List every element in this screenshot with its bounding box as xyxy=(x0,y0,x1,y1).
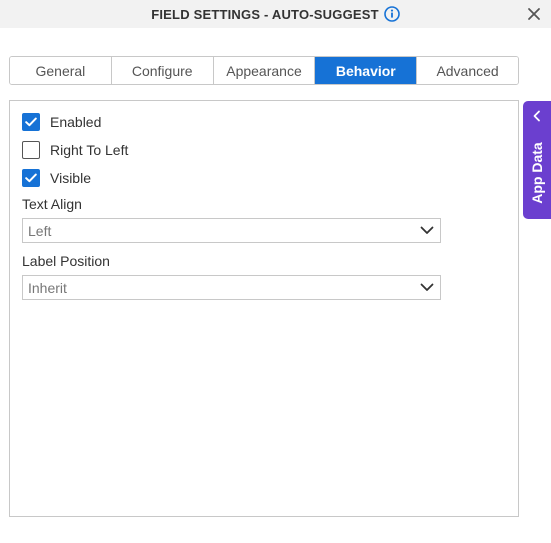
app-data-toggle[interactable]: App Data xyxy=(523,101,551,219)
chevron-left-icon xyxy=(533,110,540,122)
text-align-label: Text Align xyxy=(22,196,82,212)
visible-checkbox[interactable] xyxy=(22,169,40,187)
text-align-select[interactable]: Left xyxy=(22,218,441,243)
info-icon[interactable] xyxy=(383,6,400,22)
dialog-header: FIELD SETTINGS - AUTO-SUGGEST xyxy=(0,0,551,28)
label-position-label: Label Position xyxy=(22,253,110,269)
text-align-value: Left xyxy=(28,222,52,239)
checkmark-icon xyxy=(25,117,37,127)
tab-advanced[interactable]: Advanced xyxy=(417,57,518,84)
app-data-label: App Data xyxy=(529,142,545,204)
label-position-select[interactable]: Inherit xyxy=(22,275,441,300)
right-to-left-label: Right To Left xyxy=(50,142,129,158)
visible-option[interactable]: Visible xyxy=(22,168,91,188)
chevron-down-icon xyxy=(420,283,434,292)
right-to-left-checkbox[interactable] xyxy=(22,141,40,159)
label-position-value: Inherit xyxy=(28,279,67,296)
enabled-option[interactable]: Enabled xyxy=(22,112,101,132)
close-button[interactable] xyxy=(524,4,544,24)
chevron-down-icon xyxy=(420,226,434,235)
tab-general[interactable]: General xyxy=(10,57,112,84)
settings-tabs: General Configure Appearance Behavior Ad… xyxy=(9,56,519,85)
visible-label: Visible xyxy=(50,170,91,186)
close-icon xyxy=(528,8,540,20)
dialog-title: FIELD SETTINGS - AUTO-SUGGEST xyxy=(151,6,379,22)
tab-appearance[interactable]: Appearance xyxy=(213,57,316,84)
tab-behavior[interactable]: Behavior xyxy=(315,57,418,84)
checkmark-icon xyxy=(25,173,37,183)
enabled-checkbox[interactable] xyxy=(22,113,40,131)
enabled-label: Enabled xyxy=(50,114,102,130)
right-to-left-option[interactable]: Right To Left xyxy=(22,140,128,160)
tab-configure[interactable]: Configure xyxy=(111,57,214,84)
behavior-panel: Enabled Right To Left Visible Text Align… xyxy=(9,100,519,517)
